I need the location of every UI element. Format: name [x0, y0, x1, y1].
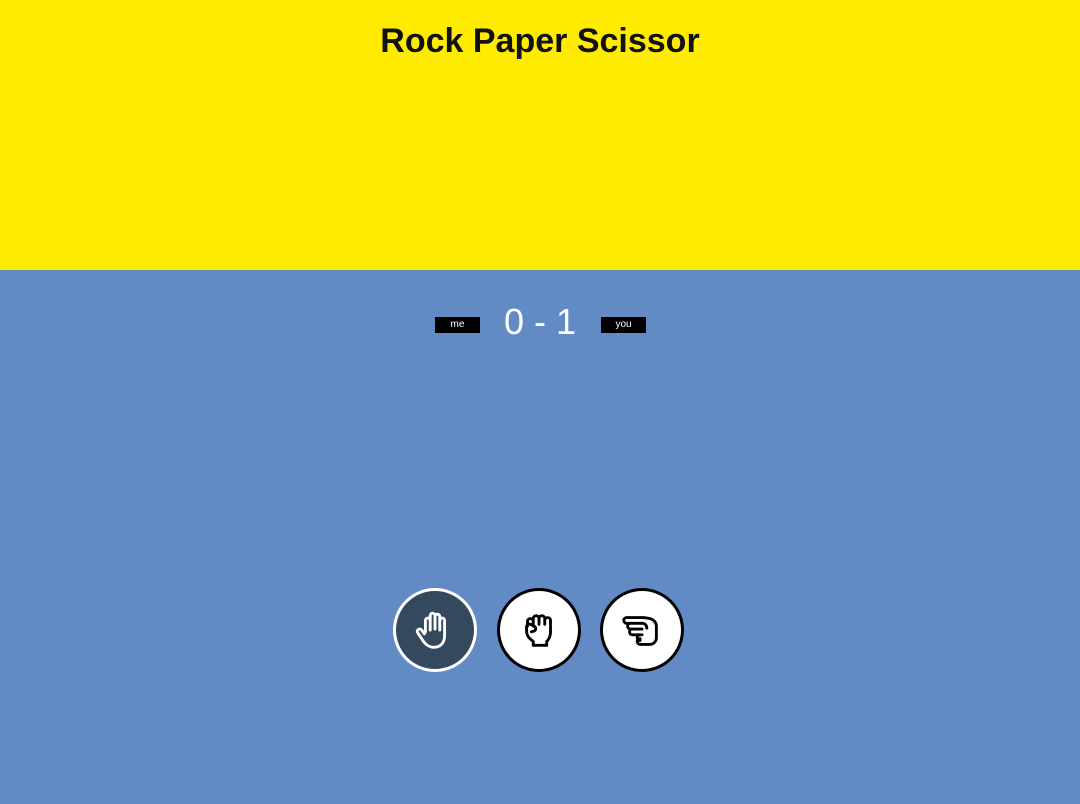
score-display: 0 - 1	[503, 301, 577, 342]
header-panel: Rock Paper Scissor	[0, 0, 1080, 270]
hand-scissors-icon	[622, 616, 658, 646]
hand-paper-icon	[415, 611, 447, 649]
rock-button[interactable]	[497, 588, 581, 672]
page-title: Rock Paper Scissor	[380, 22, 700, 60]
game-screen: Rock Paper Scissor me 0 - 1 you	[0, 0, 1080, 804]
player-me-tag: me	[435, 317, 480, 333]
scissor-button[interactable]	[600, 588, 684, 672]
game-board: me 0 - 1 you	[0, 270, 1080, 804]
paper-button[interactable]	[393, 588, 477, 672]
hand-rock-icon	[525, 614, 552, 647]
player-you-tag: you	[601, 317, 646, 333]
